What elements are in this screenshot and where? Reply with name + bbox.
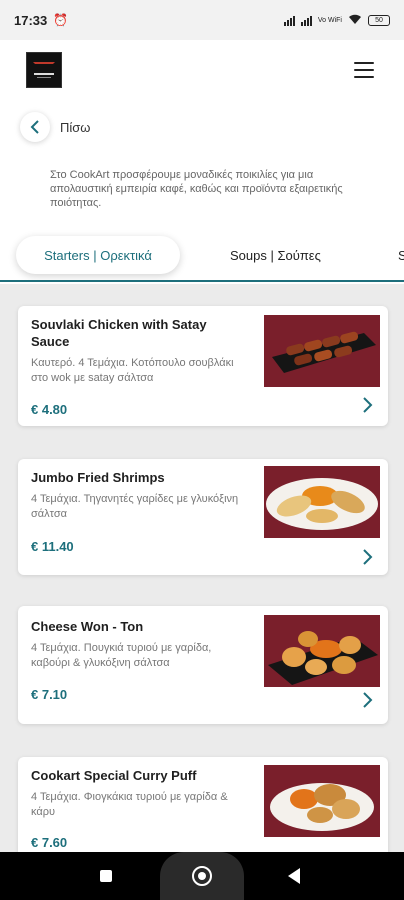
menu-item-image bbox=[264, 466, 380, 538]
cookart-logo[interactable] bbox=[26, 52, 62, 88]
menu-icon[interactable] bbox=[354, 62, 374, 78]
menu-item-description: Καυτερό. 4 Τεμάχια. Κοτόπουλο σουβλάκι σ… bbox=[31, 357, 234, 384]
back-triangle-icon[interactable] bbox=[288, 868, 300, 884]
menu-item-card[interactable]: Jumbo Fried Shrimps 4 Τεμάχια. Τηγανητές… bbox=[18, 459, 388, 575]
menu-item-name: Cookart Special Curry Puff bbox=[31, 768, 197, 783]
menu-item-name: Cheese Won - Ton bbox=[31, 619, 144, 634]
status-bar: 17:33 ⏰ Vo WiFi 50 bbox=[0, 0, 404, 40]
network-label: Vo WiFi bbox=[317, 16, 342, 24]
chevron-right-icon[interactable] bbox=[362, 548, 376, 566]
category-tabs: Starters | Ορεκτικά Soups | Σούπες S bbox=[0, 230, 404, 282]
menu-item-image bbox=[264, 315, 380, 387]
menu-item-card[interactable]: Cheese Won - Ton 4 Τεμάχια. Πουγκιά τυρι… bbox=[18, 606, 388, 724]
menu-item-description: 4 Τεμάχια. Φιογκάκια τυριού με γαρίδα & … bbox=[31, 791, 228, 818]
menu-item-image bbox=[264, 615, 380, 687]
system-nav-bar bbox=[0, 852, 404, 900]
signal-icon bbox=[283, 14, 295, 26]
menu-item-image bbox=[264, 765, 380, 837]
menu-list: Souvlaki Chicken with Satay Sauce Καυτερ… bbox=[0, 284, 404, 852]
chevron-right-icon[interactable] bbox=[362, 691, 376, 709]
back-label[interactable]: Πίσω bbox=[60, 120, 90, 135]
tab-next[interactable]: S bbox=[398, 236, 404, 274]
tab-soups[interactable]: Soups | Σούπες bbox=[230, 236, 321, 274]
menu-item-description: 4 Τεμάχια. Πουγκιά τυριού με γαρίδα, καβ… bbox=[31, 642, 212, 669]
home-icon[interactable] bbox=[192, 866, 212, 886]
menu-item-card[interactable]: Cookart Special Curry Puff 4 Τεμάχια. Φι… bbox=[18, 757, 388, 852]
battery-level: 50 bbox=[375, 16, 383, 24]
intro-text: Στο CookArt προσφέρουμε μοναδικές ποικιλ… bbox=[50, 169, 343, 209]
menu-item-card[interactable]: Souvlaki Chicken with Satay Sauce Καυτερ… bbox=[18, 306, 388, 426]
menu-item-price: € 4.80 bbox=[31, 402, 68, 417]
status-icons: Vo WiFi 50 bbox=[283, 13, 390, 28]
signal-icon-2 bbox=[300, 14, 312, 26]
wifi-icon bbox=[348, 13, 362, 28]
menu-item-price: € 7.10 bbox=[31, 687, 68, 702]
status-time: 17:33 bbox=[14, 12, 48, 28]
square-icon[interactable] bbox=[100, 870, 112, 882]
menu-item-name: Jumbo Fried Shrimps bbox=[31, 470, 165, 485]
chevron-right-icon[interactable] bbox=[362, 396, 376, 414]
menu-item-price: € 11.40 bbox=[31, 539, 74, 554]
alarm-icon: ⏰ bbox=[53, 13, 69, 27]
battery-icon: 50 bbox=[368, 14, 390, 26]
menu-item-description: 4 Τεμάχια. Τηγανητές γαρίδες με γλυκόξιν… bbox=[31, 493, 239, 520]
app-header bbox=[0, 40, 404, 100]
back-row[interactable]: Πίσω bbox=[20, 110, 90, 144]
menu-item-price: € 7.60 bbox=[31, 835, 68, 850]
tab-starters[interactable]: Starters | Ορεκτικά bbox=[16, 236, 180, 274]
menu-item-name: Souvlaki Chicken with Satay Sauce bbox=[31, 317, 207, 349]
chevron-left-icon[interactable] bbox=[20, 112, 50, 142]
